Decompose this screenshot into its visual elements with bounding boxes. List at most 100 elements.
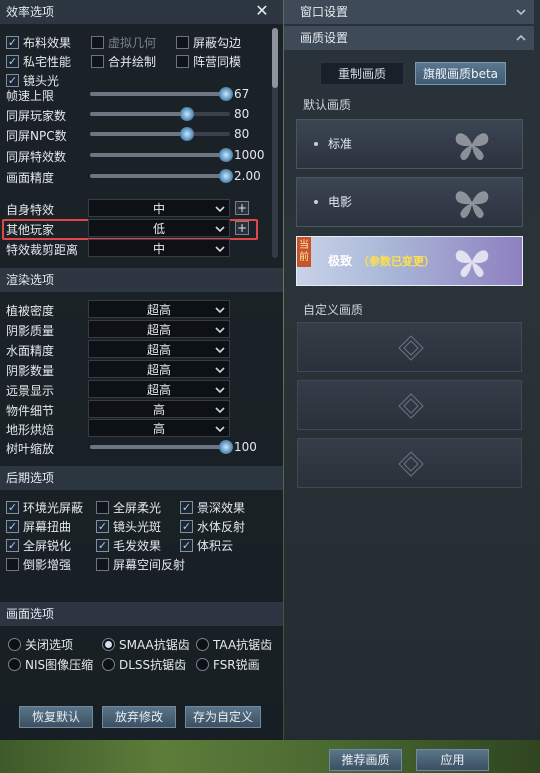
post-checkbox[interactable]: ✓ 体积云: [180, 537, 233, 553]
window-settings-label: 窗口设置: [300, 5, 349, 19]
post-checkbox[interactable]: ✓ 环境光屏蔽: [6, 499, 83, 515]
slider-fill: [90, 174, 226, 178]
efficiency-checkbox[interactable]: 虚拟几何: [91, 34, 156, 50]
dropdown-value: 超高: [146, 382, 171, 397]
custom-quality-slot[interactable]: [297, 438, 522, 488]
post-checkbox[interactable]: ✓ 水体反射: [180, 518, 245, 534]
render-dropdown[interactable]: 超高: [88, 340, 230, 358]
slider-label: 树叶缩放: [6, 442, 55, 456]
dropdown-select[interactable]: 中: [88, 199, 230, 217]
slider-label: 画面精度: [6, 171, 55, 185]
render-label: 阴影数量: [6, 364, 55, 378]
quality-settings-header[interactable]: 画质设置: [284, 26, 534, 50]
render-label: 远景显示: [6, 384, 55, 398]
efficiency-checkbox[interactable]: 阵营同模: [176, 53, 241, 69]
dropdown-select[interactable]: 低: [88, 219, 230, 237]
antialias-radio[interactable]: NIS图像压缩: [8, 656, 93, 672]
apply-button[interactable]: 应用: [416, 749, 489, 771]
diamond-placeholder-icon: [398, 393, 424, 419]
render-dropdown[interactable]: 高: [88, 400, 230, 418]
checkmark-icon: ✓: [6, 538, 19, 552]
slider-track[interactable]: [90, 148, 233, 162]
slider-fill: [90, 92, 226, 96]
slider-label: 帧速上限: [6, 89, 55, 103]
bullet-dot: [314, 200, 318, 204]
checkmark-icon: ✓: [180, 538, 193, 552]
post-checkbox[interactable]: ✓ 全屏锐化: [6, 537, 71, 553]
picture-section-header: 画面选项: [0, 602, 283, 626]
checkmark-icon: ✓: [6, 500, 19, 514]
preset-label-wrap: 标准: [328, 135, 352, 152]
slider-knob[interactable]: [179, 107, 194, 121]
post-checkbox[interactable]: ✓ 毛发效果: [96, 537, 161, 553]
slider-knob[interactable]: [179, 127, 194, 141]
render-dropdown[interactable]: 超高: [88, 320, 230, 338]
dropdown-value: 中: [152, 201, 165, 216]
checkmark-icon: ✓: [96, 538, 109, 552]
close-icon[interactable]: ✕: [253, 2, 271, 20]
radio-label: SMAA抗锯齿: [119, 637, 190, 652]
restore-default-button[interactable]: 恢复默认: [19, 706, 93, 728]
slider-track[interactable]: [90, 107, 230, 121]
checkbox-box: [91, 35, 104, 49]
antialias-radio[interactable]: 关闭选项: [8, 636, 73, 652]
tree-scale-slider[interactable]: [90, 440, 233, 454]
window-settings-header[interactable]: 窗口设置: [284, 0, 534, 24]
antialias-radio[interactable]: SMAA抗锯齿: [102, 636, 190, 652]
checkbox-label: 环境光屏蔽: [23, 500, 84, 515]
slider-track[interactable]: [90, 87, 233, 101]
slider-value: 2.00: [234, 169, 261, 183]
antialias-radio[interactable]: TAA抗锯齿: [196, 636, 272, 652]
slider-value: 80: [234, 107, 250, 121]
render-dropdown[interactable]: 高: [88, 419, 230, 437]
plus-icon[interactable]: +: [235, 201, 249, 215]
slider-track[interactable]: [90, 127, 230, 141]
plus-icon[interactable]: +: [235, 221, 249, 235]
tab-flagship-quality[interactable]: 旗舰画质beta: [415, 62, 506, 85]
efficiency-checkbox[interactable]: 合并绘制: [91, 53, 156, 69]
save-custom-button[interactable]: 存为自定义: [185, 706, 261, 728]
efficiency-checkbox[interactable]: ✓ 布料效果: [6, 34, 71, 50]
custom-quality-slot[interactable]: [297, 380, 522, 430]
dropdown-select[interactable]: 中: [88, 239, 230, 257]
discard-changes-button[interactable]: 放弃修改: [102, 706, 176, 728]
slider-knob[interactable]: [219, 148, 233, 162]
recommend-quality-button[interactable]: 推荐画质: [329, 749, 402, 771]
efficiency-checkbox[interactable]: ✓ 镜头光: [6, 72, 59, 88]
render-dropdown[interactable]: 超高: [88, 380, 230, 398]
dropdown-value: 高: [152, 421, 165, 436]
render-dropdown[interactable]: 超高: [88, 300, 230, 318]
render-label: 物件细节: [6, 404, 55, 418]
preset-label: 标准: [328, 137, 353, 151]
radio-circle: [196, 657, 209, 671]
post-checkbox[interactable]: ✓ 景深效果: [180, 499, 245, 515]
checkbox-label: 阵营同模: [193, 54, 242, 69]
post-checkbox[interactable]: 全屏柔光: [96, 499, 161, 515]
render-section-header: 渲染选项: [0, 268, 283, 292]
efficiency-section-header: 效率选项: [0, 0, 283, 24]
custom-quality-slot[interactable]: [297, 322, 522, 372]
antialias-radio[interactable]: DLSS抗锯齿: [102, 656, 186, 672]
post-checkbox[interactable]: ✓ 镜头光斑: [96, 518, 161, 534]
current-badge: 当前: [297, 237, 311, 267]
checkbox-label: 倒影增强: [23, 557, 72, 572]
post-section-header: 后期选项: [0, 466, 283, 490]
render-dropdown[interactable]: 超高: [88, 360, 230, 378]
post-checkbox[interactable]: ✓ 屏幕扭曲: [6, 518, 71, 534]
post-checkbox[interactable]: 屏幕空间反射: [96, 556, 185, 572]
quality-preset[interactable]: 电影: [296, 177, 523, 227]
quality-preset[interactable]: 当前 极致 （参数已变更）: [296, 236, 523, 286]
scrollbar-thumb[interactable]: [272, 28, 278, 88]
checkbox-box: [6, 557, 19, 571]
efficiency-checkbox[interactable]: 屏蔽勾边: [176, 34, 241, 50]
tab-remastered-quality[interactable]: 重制画质: [320, 62, 404, 85]
antialias-radio[interactable]: FSR锐画: [196, 656, 260, 672]
efficiency-checkbox[interactable]: ✓ 私宅性能: [6, 53, 71, 69]
dropdown-value: 超高: [146, 362, 171, 377]
quality-preset[interactable]: 标准: [296, 119, 523, 169]
post-checkbox[interactable]: 倒影增强: [6, 556, 71, 572]
slider-knob[interactable]: [219, 169, 233, 183]
slider-track[interactable]: [90, 169, 233, 183]
slider-knob[interactable]: [219, 440, 233, 454]
slider-knob[interactable]: [219, 87, 233, 101]
